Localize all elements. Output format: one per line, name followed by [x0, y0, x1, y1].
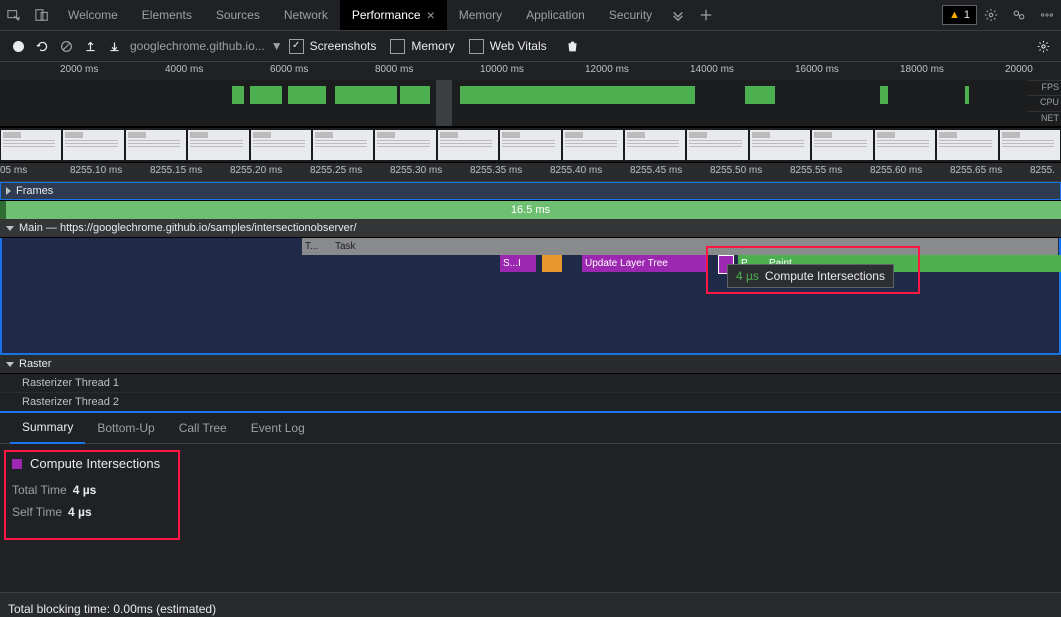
add-tab-icon[interactable]: [692, 0, 720, 30]
recording-url[interactable]: googlechrome.github.io...: [130, 39, 265, 53]
expand-icon: [6, 187, 11, 195]
webvitals-checkbox[interactable]: [469, 39, 484, 54]
delete-button[interactable]: [561, 34, 585, 58]
filmstrip-frame[interactable]: [687, 130, 747, 160]
close-icon[interactable]: ×: [427, 7, 435, 23]
task-block[interactable]: T...: [302, 238, 334, 255]
collapse-icon: [6, 362, 14, 367]
tab-elements[interactable]: Elements: [130, 0, 204, 30]
tab-summary[interactable]: Summary: [10, 412, 85, 444]
tab-event-log[interactable]: Event Log: [239, 413, 317, 443]
issues-badge[interactable]: ▲1: [942, 5, 977, 25]
webvitals-label: Web Vitals: [490, 39, 547, 53]
filmstrip-frame[interactable]: [126, 130, 186, 160]
event-schedule-style[interactable]: S...I: [500, 255, 536, 272]
filmstrip-frame[interactable]: [63, 130, 123, 160]
summary-row: Total Time4 µs: [12, 483, 1049, 497]
frame-bar[interactable]: 16.5 ms: [0, 201, 1061, 219]
tab-welcome[interactable]: Welcome: [56, 0, 130, 30]
raster-thread[interactable]: Rasterizer Thread 2: [0, 393, 1061, 413]
raster-header[interactable]: Raster: [0, 355, 1061, 374]
frames-track-header[interactable]: Frames: [0, 182, 1061, 201]
capture-settings-icon[interactable]: [1031, 34, 1055, 58]
tab-security[interactable]: Security: [597, 0, 664, 30]
tab-call-tree[interactable]: Call Tree: [167, 413, 239, 443]
details-tabs: Summary Bottom-Up Call Tree Event Log: [0, 413, 1061, 444]
detail-ruler[interactable]: 05 ms 8255.10 ms 8255.15 ms 8255.20 ms 8…: [0, 163, 1061, 182]
tab-performance[interactable]: Performance×: [340, 0, 447, 30]
overview-labels: FPSCPUNET: [1027, 80, 1061, 126]
settings-icon[interactable]: [977, 0, 1005, 30]
tab-memory[interactable]: Memory: [447, 0, 514, 30]
download-button[interactable]: [102, 34, 126, 58]
event-orange[interactable]: [542, 255, 562, 272]
filmstrip-frame[interactable]: [563, 130, 623, 160]
filmstrip-frame[interactable]: [812, 130, 872, 160]
filmstrip-frame[interactable]: [438, 130, 498, 160]
reload-button[interactable]: [30, 34, 54, 58]
filmstrip-frame[interactable]: [1, 130, 61, 160]
tab-bottom-up[interactable]: Bottom-Up: [85, 413, 166, 443]
record-button[interactable]: [6, 34, 30, 58]
memory-label: Memory: [411, 39, 454, 53]
summary-row: Self Time4 µs: [12, 505, 1049, 519]
filmstrip-frame[interactable]: [625, 130, 685, 160]
filmstrip-frame[interactable]: [188, 130, 248, 160]
warning-icon: ▲: [949, 9, 960, 21]
raster-thread[interactable]: Rasterizer Thread 1: [0, 374, 1061, 393]
flame-chart[interactable]: T... Task S...I Update Layer Tree P... P…: [0, 238, 1061, 355]
inspect-icon[interactable]: [0, 0, 28, 30]
overview-chart[interactable]: FPSCPUNET: [0, 80, 1061, 127]
performance-toolbar: googlechrome.github.io... ▼ Screenshots …: [0, 31, 1061, 62]
filmstrip[interactable]: [0, 127, 1061, 163]
screenshots-checkbox[interactable]: [289, 39, 304, 54]
summary-title: Compute Intersections: [12, 456, 1049, 471]
devtools-tabbar: Welcome Elements Sources Network Perform…: [0, 0, 1061, 31]
overview-ruler[interactable]: 2000 ms 4000 ms 6000 ms 8000 ms 10000 ms…: [0, 62, 1061, 80]
task-block[interactable]: Task: [332, 238, 1058, 255]
collapse-icon: [6, 226, 14, 231]
raster-section: Raster Rasterizer Thread 1 Rasterizer Th…: [0, 355, 1061, 413]
filmstrip-frame[interactable]: [875, 130, 935, 160]
experiments-icon[interactable]: [1005, 0, 1033, 30]
main-track-header[interactable]: Main — https://googlechrome.github.io/sa…: [0, 219, 1061, 238]
filmstrip-frame[interactable]: [937, 130, 997, 160]
filmstrip-frame[interactable]: [1000, 130, 1060, 160]
tab-network[interactable]: Network: [272, 0, 340, 30]
summary-pane: Compute Intersections Total Time4 µs Sel…: [0, 444, 1061, 592]
filmstrip-frame[interactable]: [750, 130, 810, 160]
filmstrip-frame[interactable]: [251, 130, 311, 160]
more-tabs-icon[interactable]: [664, 0, 692, 30]
panel-tabs: Welcome Elements Sources Network Perform…: [56, 0, 664, 30]
footer-status: Total blocking time: 0.00ms (estimated): [0, 592, 1061, 617]
filmstrip-frame[interactable]: [375, 130, 435, 160]
tab-application[interactable]: Application: [514, 0, 597, 30]
filmstrip-frame[interactable]: [313, 130, 373, 160]
device-icon[interactable]: [28, 0, 56, 30]
color-swatch: [12, 459, 22, 469]
more-icon[interactable]: [1033, 0, 1061, 30]
screenshots-label: Screenshots: [310, 39, 377, 53]
upload-button[interactable]: [78, 34, 102, 58]
event-tooltip: 4 µsCompute Intersections: [727, 264, 894, 288]
tab-sources[interactable]: Sources: [204, 0, 272, 30]
event-update-layer-tree[interactable]: Update Layer Tree: [582, 255, 706, 272]
dropdown-icon[interactable]: ▼: [271, 39, 283, 53]
memory-checkbox[interactable]: [390, 39, 405, 54]
filmstrip-frame[interactable]: [500, 130, 560, 160]
clear-button[interactable]: [54, 34, 78, 58]
